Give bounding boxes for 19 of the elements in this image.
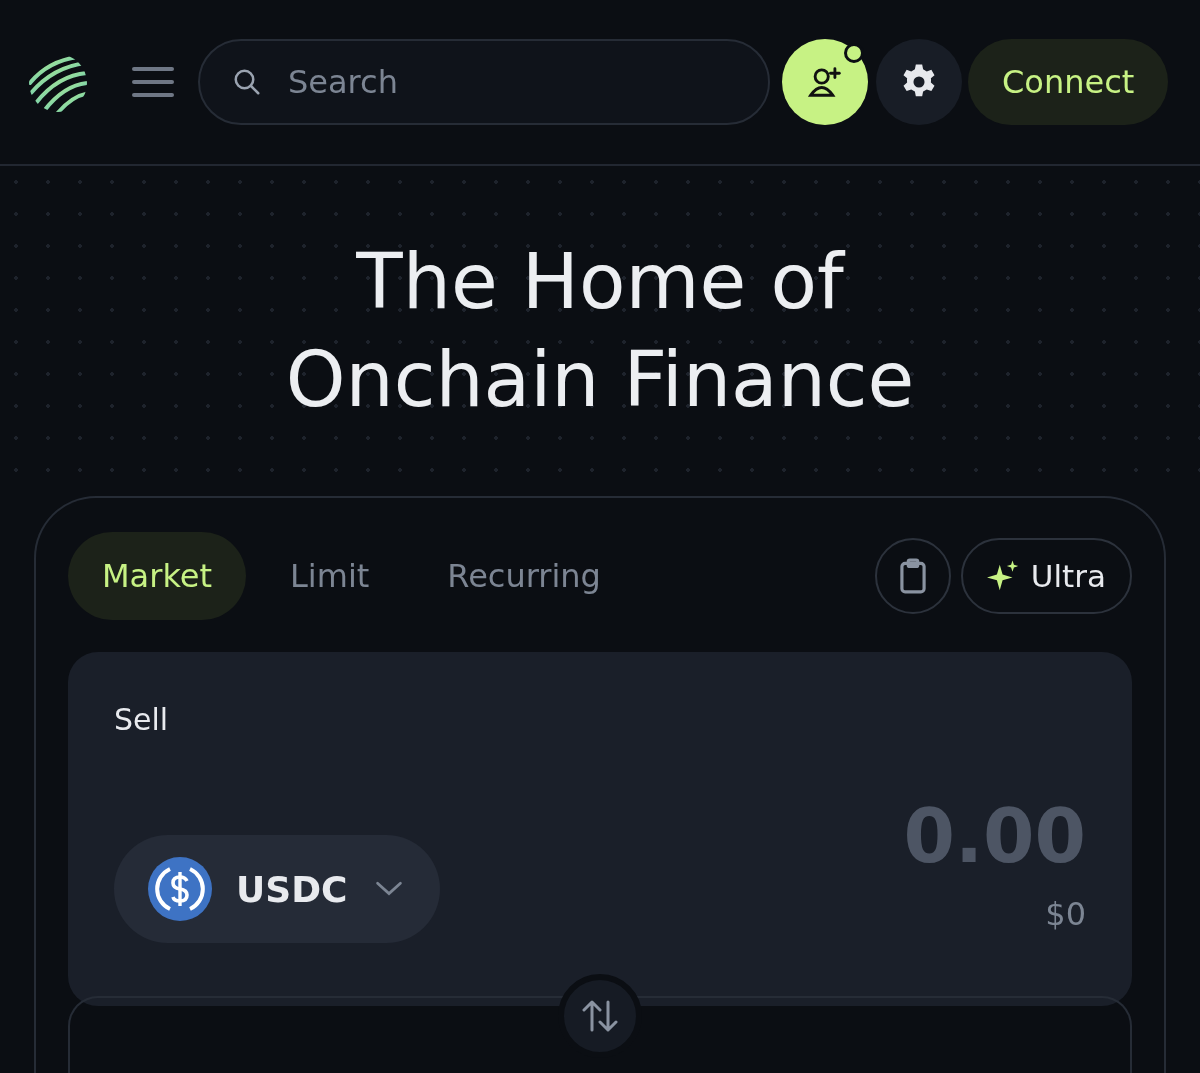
sell-label: Sell bbox=[114, 702, 169, 737]
token-selector[interactable]: USDC bbox=[114, 835, 440, 943]
order-type-tab[interactable]: Recurring bbox=[413, 532, 635, 620]
usd-value: $0 bbox=[1045, 895, 1086, 933]
search-field[interactable]: Search bbox=[198, 39, 770, 125]
clipboard-button[interactable] bbox=[874, 538, 951, 614]
coin-icon bbox=[148, 857, 212, 921]
swap-arrows-icon bbox=[580, 998, 620, 1034]
connect-button[interactable]: Connect bbox=[968, 39, 1169, 125]
order-type-tab[interactable]: Limit bbox=[256, 532, 404, 620]
hero-title-line: The Home of bbox=[356, 236, 844, 328]
order-type-tab[interactable]: Market bbox=[68, 532, 246, 620]
search-icon bbox=[232, 67, 262, 97]
ultra-button[interactable]: Ultra bbox=[960, 538, 1132, 614]
amount-field[interactable]: 0.00 bbox=[786, 793, 1086, 879]
hero-title-line: Onchain Finance bbox=[285, 334, 915, 426]
chevron-down-icon bbox=[375, 881, 404, 897]
menu-icon bbox=[132, 66, 174, 98]
menu-button[interactable] bbox=[132, 66, 174, 98]
